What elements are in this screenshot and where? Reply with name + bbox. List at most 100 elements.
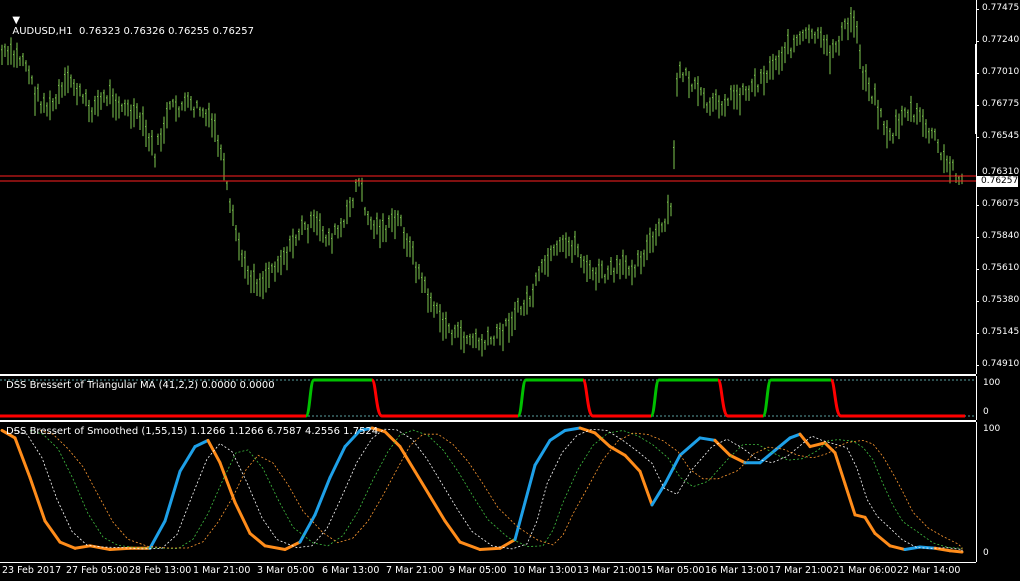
price-tick <box>976 137 979 138</box>
dss-main-segment <box>443 519 462 544</box>
dss-main-segment <box>833 451 847 486</box>
price-tick <box>976 301 979 302</box>
price-tick <box>976 9 979 10</box>
time-label: 10 Mar 13:00 <box>513 565 577 576</box>
dss-main-segment <box>678 436 702 457</box>
price-tick <box>976 105 979 106</box>
time-label: 9 Mar 05:00 <box>449 565 507 576</box>
dss-main-segment <box>478 546 502 552</box>
dss-main-segment <box>328 445 347 480</box>
price-label: 0.76545 <box>982 131 1020 141</box>
dss-up-segment <box>516 378 583 418</box>
current-price-label: 0.76257 <box>977 176 1018 187</box>
dss-main-segment <box>843 482 857 517</box>
symbol-ohlc: AUDUSD,H1 0.76323 0.76326 0.76255 0.7625… <box>12 26 254 37</box>
price-label: 0.74910 <box>982 359 1020 369</box>
dss-up-segment <box>649 378 718 418</box>
dss-main-segment <box>578 426 597 435</box>
dss-main-segment <box>863 515 877 535</box>
dss-main-segment <box>563 426 582 432</box>
dss-main-segment <box>206 438 222 465</box>
price-tick <box>976 237 979 238</box>
time-label: 17 Mar 21:00 <box>769 565 833 576</box>
dss-main-segment <box>638 469 654 507</box>
dss-main-segment <box>853 513 867 519</box>
time-label: 28 Feb 13:00 <box>129 565 192 576</box>
dss-main-segment <box>663 453 682 486</box>
dss-main-segment <box>523 463 537 504</box>
dss-signal-green <box>29 429 963 551</box>
dss-main-segment <box>458 540 482 552</box>
time-label: 1 Mar 21:00 <box>193 565 251 576</box>
dss-main-segment <box>788 432 802 440</box>
price-label: 0.77475 <box>982 3 1020 13</box>
dss-down-segment <box>370 378 384 418</box>
symbol-header: ▼ AUDUSD,H1 0.76323 0.76326 0.76255 0.76… <box>6 4 254 37</box>
dss-main-segment <box>58 540 77 550</box>
dss-down-segment <box>716 378 730 418</box>
dss-main-segment <box>148 519 167 550</box>
dss-signal-white <box>13 428 963 552</box>
ind2-scale-bottom: 0 <box>983 548 989 558</box>
dss-main-segment <box>233 500 252 535</box>
dss-main-segment <box>623 453 642 473</box>
price-label: 0.75145 <box>982 327 1020 337</box>
dss-main-segment <box>383 430 402 449</box>
price-label: 0.75380 <box>982 295 1020 305</box>
dss-main-segment <box>823 441 837 455</box>
ind1-scale-bottom: 0 <box>983 407 989 417</box>
dss-main-segment <box>713 438 732 457</box>
indicator-window-2[interactable] <box>0 422 976 562</box>
price-label: 0.77010 <box>982 67 1020 77</box>
dss-main-segment <box>728 453 747 465</box>
time-label: 16 Mar 13:00 <box>705 565 769 576</box>
dss-smoothed-lines <box>0 426 964 554</box>
dss-main-segment <box>218 461 237 504</box>
dss-main-segment <box>773 436 792 452</box>
price-tick <box>976 41 979 42</box>
dss-main-segment <box>413 469 432 498</box>
time-label: 22 Mar 14:00 <box>897 565 961 576</box>
price-tick <box>976 205 979 206</box>
dss-down-segment <box>829 378 843 418</box>
dss-main-segment <box>248 531 267 548</box>
indicator-2-title: DSS Bressert of Smoothed (1,55,15) 1.126… <box>6 426 379 437</box>
price-tick <box>976 73 979 74</box>
price-label: 0.76775 <box>982 99 1020 109</box>
dss-main-segment <box>428 494 447 523</box>
dss-main-segment <box>43 519 62 544</box>
dss-main-segment <box>758 448 777 465</box>
dss-main-segment <box>948 549 964 554</box>
dss-main-segment <box>28 476 47 523</box>
dss-down-segment <box>581 378 595 418</box>
dss-main-segment <box>163 469 182 523</box>
indicator-1-scale[interactable]: 100 0 <box>976 376 1020 420</box>
dss-up-segment <box>761 378 831 418</box>
dss-main-segment <box>548 428 567 442</box>
time-label: 6 Mar 13:00 <box>322 565 380 576</box>
dss-main-segment <box>298 513 317 544</box>
dss-main-segment <box>13 436 32 480</box>
dss-main-segment <box>263 544 287 552</box>
dss-main-segment <box>178 445 197 473</box>
price-label: 0.76075 <box>982 199 1020 209</box>
scroll-indicator <box>975 44 977 134</box>
dss-main-segment <box>533 438 552 467</box>
dss-main-segment <box>313 476 332 517</box>
menu-triangle-icon[interactable]: ▼ <box>12 15 20 26</box>
indicator-2-scale[interactable]: 100 0 <box>976 422 1020 562</box>
dss-main-segment <box>108 546 132 552</box>
time-label: 15 Mar 05:00 <box>641 565 705 576</box>
time-axis-line <box>0 562 976 563</box>
ind2-scale-top: 100 <box>983 424 1001 434</box>
dss-main-segment <box>73 544 92 550</box>
time-label: 3 Mar 05:00 <box>257 565 315 576</box>
dss-main-segment <box>933 546 952 553</box>
time-label: 21 Mar 06:00 <box>833 565 897 576</box>
dss-main-segment <box>88 544 112 552</box>
time-label: 23 Feb 2017 <box>2 565 62 576</box>
main-chart-window[interactable] <box>0 0 976 374</box>
price-scale[interactable] <box>975 0 1020 374</box>
time-label: 13 Mar 21:00 <box>577 565 641 576</box>
dss-main-segment <box>498 538 517 550</box>
